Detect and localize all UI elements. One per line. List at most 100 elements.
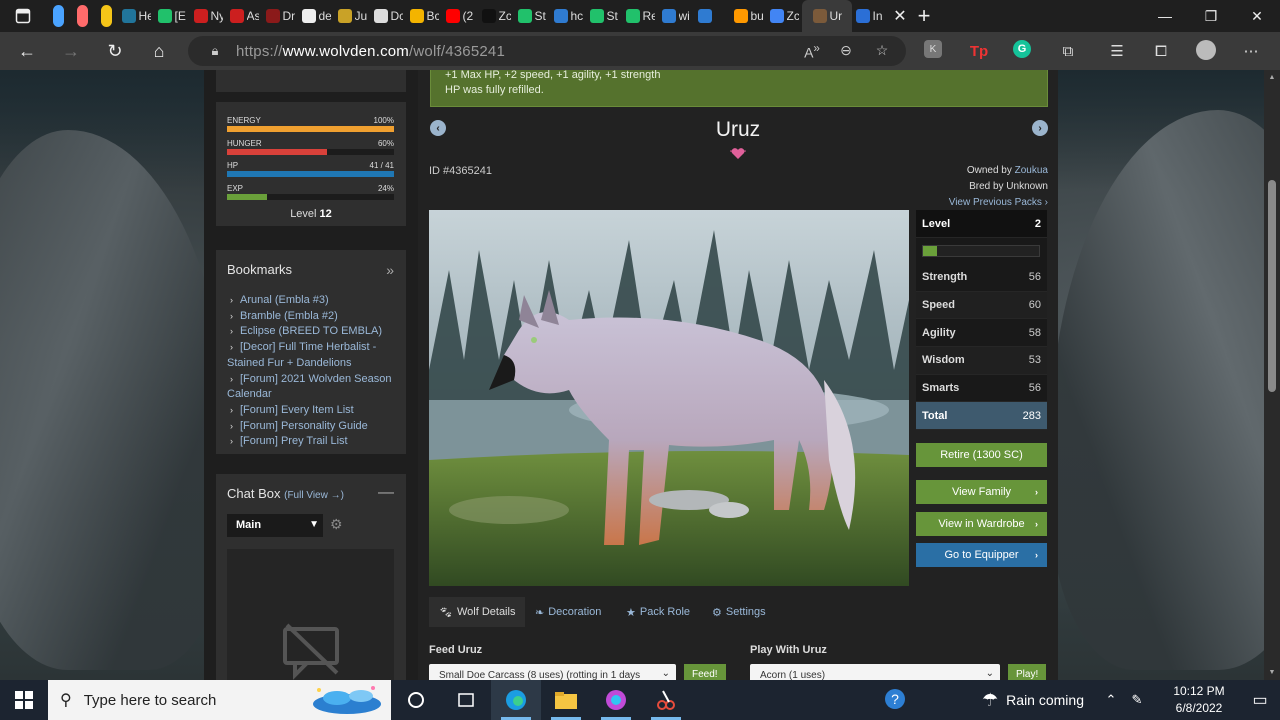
minimize-icon[interactable]: — bbox=[1142, 0, 1188, 32]
cortana-icon[interactable] bbox=[391, 680, 441, 720]
tab-pack-role[interactable]: ★ Pack Role bbox=[616, 597, 700, 627]
read-aloud-icon[interactable]: A» bbox=[802, 42, 822, 61]
tab-actions-icon[interactable] bbox=[0, 0, 46, 32]
scroll-up-icon[interactable]: ▲ bbox=[1268, 74, 1276, 81]
weather-widget[interactable]: ☂ Rain coming bbox=[982, 690, 1084, 711]
browser-tab[interactable]: wi bbox=[658, 0, 694, 32]
extension-icon[interactable]: K bbox=[924, 40, 942, 58]
wolf-name: Uruz bbox=[715, 118, 761, 141]
browser-tab[interactable]: Dr bbox=[262, 0, 298, 32]
collapse-icon[interactable]: — bbox=[378, 484, 394, 502]
notification-icon[interactable]: ▭ bbox=[1240, 690, 1280, 710]
profile-icon[interactable] bbox=[1196, 40, 1216, 60]
add-favorite-icon[interactable]: ☆ bbox=[872, 42, 892, 60]
browser-tab[interactable]: He bbox=[118, 0, 154, 32]
restore-icon[interactable]: ❐ bbox=[1188, 0, 1234, 32]
pen-icon[interactable]: ✎ bbox=[1124, 692, 1150, 708]
clock[interactable]: 10:12 PM 6/8/2022 bbox=[1158, 683, 1240, 717]
tab-favicon-icon bbox=[193, 9, 208, 23]
url-text[interactable]: https://www.wolvden.com/wolf/4365241 bbox=[236, 43, 505, 60]
refresh-icon[interactable]: ↻ bbox=[98, 36, 132, 66]
grammarly-icon[interactable]: G bbox=[1013, 40, 1031, 58]
taskbar-search[interactable]: ⚲ Type here to search bbox=[48, 680, 391, 720]
browser-tab[interactable]: Re bbox=[622, 0, 658, 32]
play-button[interactable]: Play! bbox=[1008, 664, 1047, 680]
edge-taskbar-icon[interactable] bbox=[491, 680, 541, 720]
chat-gear-icon[interactable]: ⚙ bbox=[330, 516, 343, 533]
browser-tab[interactable]: Zc bbox=[478, 0, 514, 32]
collections-icon[interactable]: ⧠ bbox=[1150, 40, 1172, 62]
tab-title: St bbox=[534, 9, 546, 23]
retire-button[interactable]: Retire (1300 SC) bbox=[916, 443, 1047, 467]
new-tab-icon[interactable]: + bbox=[912, 0, 936, 32]
browser-tab[interactable]: Dc bbox=[370, 0, 406, 32]
windows-start-icon[interactable] bbox=[0, 680, 48, 720]
bookmark-link[interactable]: › Eclipse (BREED TO EMBLA) bbox=[227, 324, 395, 340]
browser-tab[interactable]: Ur bbox=[802, 0, 852, 32]
back-icon[interactable]: ← bbox=[10, 36, 44, 66]
close-tab-icon[interactable]: ✕ bbox=[888, 0, 912, 32]
browser-tab[interactable]: (2 bbox=[442, 0, 478, 32]
bookmark-link[interactable]: › [Forum] Every Item List bbox=[227, 403, 395, 419]
address-bar[interactable]: 🔒︎ https://www.wolvden.com/wolf/4365241 … bbox=[188, 36, 906, 66]
extension-tp-icon[interactable]: Tp bbox=[968, 40, 990, 62]
home-icon[interactable]: ⌂ bbox=[142, 36, 176, 66]
feed-select[interactable]: Small Doe Carcass (8 uses) (rotting in 1… bbox=[429, 664, 676, 680]
browser-tab[interactable]: hc bbox=[550, 0, 586, 32]
pinned-tab[interactable] bbox=[46, 0, 70, 32]
settings-more-icon[interactable]: ⋯ bbox=[1240, 40, 1262, 62]
favorites-icon[interactable]: ☰ bbox=[1106, 40, 1128, 62]
browser-tab[interactable]: [E bbox=[154, 0, 190, 32]
paint-app-icon[interactable] bbox=[591, 680, 641, 720]
chat-full-view-link[interactable]: (Full View →) bbox=[284, 490, 344, 501]
wolf-total-row: Total 283 bbox=[916, 402, 1047, 431]
browser-tab[interactable]: As bbox=[226, 0, 262, 32]
double-chevron-icon[interactable]: » bbox=[386, 262, 394, 278]
wolf-stat-smarts: Smarts 56 bbox=[916, 374, 1047, 403]
browser-tab[interactable]: de bbox=[298, 0, 334, 32]
zoom-icon[interactable]: ⊖ bbox=[836, 42, 856, 60]
window-close-icon[interactable]: ✕ bbox=[1234, 0, 1280, 32]
tab-favicon-icon bbox=[301, 9, 316, 23]
lock-icon[interactable]: 🔒︎ bbox=[200, 43, 230, 59]
forward-icon[interactable]: → bbox=[54, 36, 88, 66]
bookmark-link[interactable]: › Arunal (Embla #3) bbox=[227, 293, 395, 309]
go-to-equipper-button[interactable]: Go to Equipper › bbox=[916, 543, 1047, 567]
wolf-xp-fill bbox=[923, 246, 937, 256]
browser-tab[interactable]: Ju bbox=[334, 0, 370, 32]
tab-settings[interactable]: ⚙ Settings bbox=[702, 597, 776, 627]
browser-tab[interactable]: Ny bbox=[190, 0, 226, 32]
feed-button[interactable]: Feed! bbox=[684, 664, 726, 680]
browser-tab[interactable]: bu bbox=[730, 0, 766, 32]
tab-wolf-details[interactable]: 🐾︎ Wolf Details bbox=[429, 597, 526, 627]
browser-tab[interactable]: In bbox=[852, 0, 888, 32]
browser-tab[interactable]: St bbox=[514, 0, 550, 32]
tab-decoration[interactable]: ❧ Decoration bbox=[525, 597, 611, 627]
snipping-tool-icon[interactable] bbox=[641, 680, 691, 720]
bookmark-link[interactable]: › [Forum] Personality Guide bbox=[227, 419, 395, 435]
owner-link[interactable]: Zoukua bbox=[1015, 165, 1048, 176]
play-select[interactable]: Acorn (1 uses) ⌄ bbox=[750, 664, 1000, 680]
browser-tab[interactable]: Bc bbox=[406, 0, 442, 32]
bookmark-link[interactable]: › [Forum] 2021 Wolvden Season Calendar bbox=[227, 372, 395, 403]
task-view-icon[interactable] bbox=[441, 680, 491, 720]
bookmark-link[interactable]: › Bramble (Embla #2) bbox=[227, 309, 395, 325]
browser-tab[interactable] bbox=[694, 0, 730, 32]
browser-tab[interactable]: St bbox=[586, 0, 622, 32]
bookmark-link[interactable]: › [Forum] Prey Trail List bbox=[227, 434, 395, 450]
extensions-icon[interactable]: ⧉ bbox=[1057, 40, 1079, 62]
view-in-wardrobe-button[interactable]: View in Wardrobe › bbox=[916, 512, 1047, 536]
chat-channel-select[interactable]: Main ▼ bbox=[227, 514, 323, 537]
page-scrollbar[interactable]: ▲ ▼ bbox=[1264, 70, 1280, 680]
view-family-button[interactable]: View Family › bbox=[916, 480, 1047, 504]
bookmark-link[interactable]: › [Decor] Full Time Herbalist - Stained F… bbox=[227, 340, 395, 371]
pinned-tab[interactable] bbox=[70, 0, 94, 32]
chevron-up-icon[interactable]: ⌃ bbox=[1098, 692, 1124, 708]
scroll-down-icon[interactable]: ▼ bbox=[1268, 669, 1276, 676]
scroll-thumb[interactable] bbox=[1268, 180, 1276, 392]
browser-tab[interactable]: Zc bbox=[766, 0, 802, 32]
help-icon[interactable]: ? bbox=[882, 688, 908, 713]
file-explorer-icon[interactable] bbox=[541, 680, 591, 720]
previous-packs-link[interactable]: View Previous Packs › bbox=[949, 197, 1048, 208]
pinned-tab[interactable] bbox=[94, 0, 118, 32]
